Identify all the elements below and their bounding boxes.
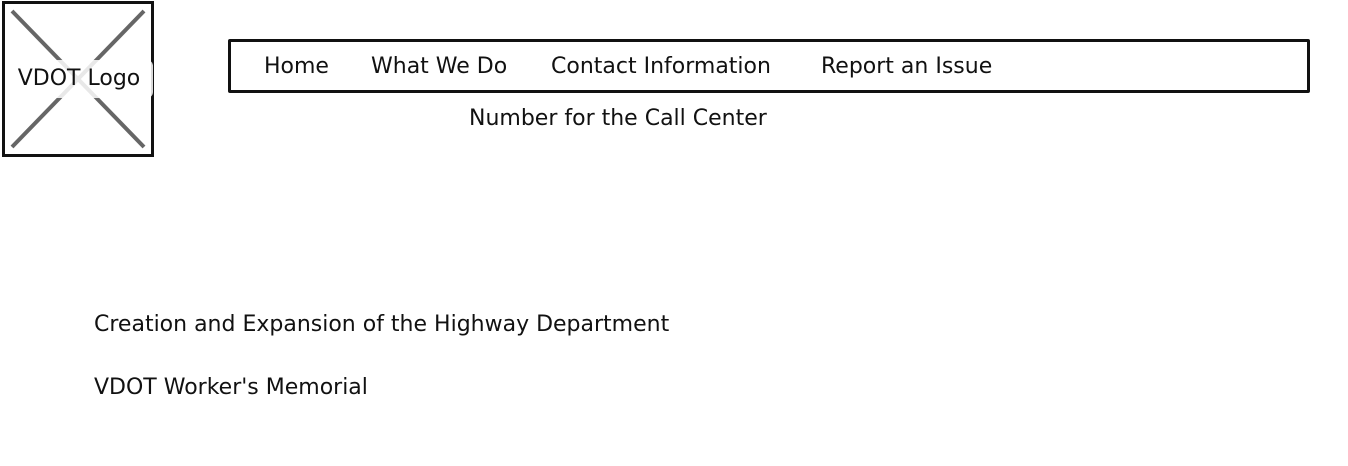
nav-item-contact-information[interactable]: Contact Information — [551, 53, 771, 81]
link-creation-and-expansion[interactable]: Creation and Expansion of the Highway De… — [94, 310, 669, 340]
nav-item-home[interactable]: Home — [264, 53, 329, 81]
call-center-number: Number for the Call Center — [469, 106, 767, 131]
logo-label: VDOT Logo — [5, 60, 153, 98]
link-workers-memorial[interactable]: VDOT Worker's Memorial — [94, 373, 368, 403]
main-nav-bar: Home What We Do Contact Information Repo… — [228, 39, 1310, 93]
nav-item-what-we-do[interactable]: What We Do — [371, 53, 507, 81]
nav-item-report-an-issue[interactable]: Report an Issue — [821, 53, 992, 81]
logo-placeholder: VDOT Logo — [2, 1, 154, 157]
